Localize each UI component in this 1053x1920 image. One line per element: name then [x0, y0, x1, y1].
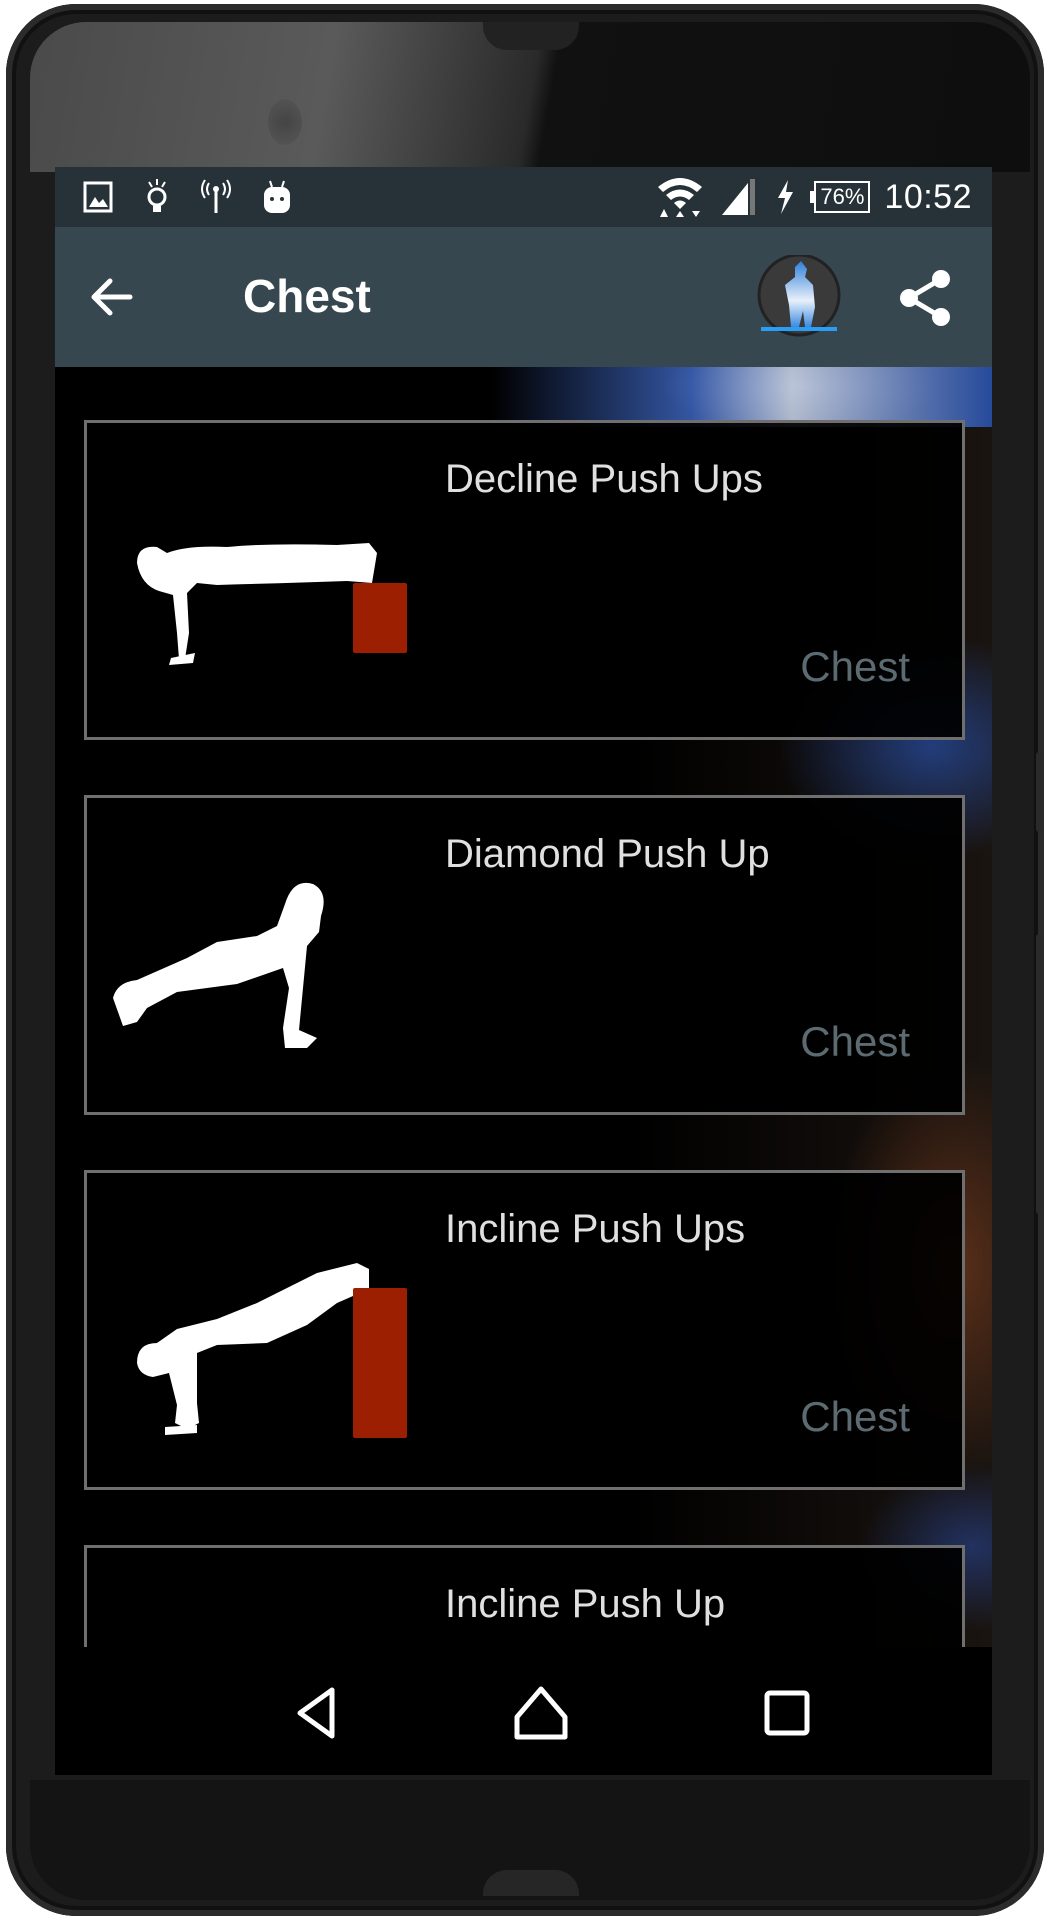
image-icon: [83, 181, 113, 213]
exercise-name: Incline Push Up: [445, 1582, 726, 1626]
nav-home-button[interactable]: [501, 1673, 581, 1753]
lightbulb-icon: [147, 179, 167, 212]
exercise-category: Chest: [800, 643, 910, 690]
exercise-card[interactable]: Decline Push Ups Chest: [84, 420, 965, 740]
battery-percent: 76%: [814, 181, 871, 213]
exercise-name: Incline Push Ups: [445, 1207, 746, 1251]
exercise-card[interactable]: Incline Push Up Chest: [84, 1545, 965, 1647]
arrow-left-icon: [91, 278, 133, 316]
exercise-category: Chest: [800, 1393, 910, 1440]
cell-signal-icon: [722, 179, 756, 215]
android-icon: [264, 180, 290, 213]
exercise-card[interactable]: Diamond Push Up Chest: [84, 795, 965, 1115]
app-logo-button[interactable]: [755, 253, 843, 341]
hotspot-icon: [201, 179, 231, 213]
back-button[interactable]: [81, 267, 141, 327]
exercise-category: Chest: [800, 1018, 910, 1065]
bottom-speaker: [483, 1870, 579, 1896]
share-button[interactable]: [895, 267, 957, 329]
volume-button: [1036, 934, 1044, 1214]
wifi-icon: [658, 178, 703, 217]
decline-push-up-figure: [137, 543, 407, 665]
exercise-name: Diamond Push Up: [445, 832, 770, 876]
nav-home-icon: [514, 1686, 568, 1740]
exercise-list[interactable]: Decline Push Ups Chest Diamond Push Up C…: [55, 367, 992, 1647]
system-nav-bar: [55, 1647, 992, 1775]
nav-back-icon: [297, 1687, 335, 1739]
exercise-card[interactable]: Incline Push Ups Chest: [84, 1170, 965, 1490]
device-screen: 76% 10:52 Chest Decline Push Ups Chest D…: [55, 167, 992, 1775]
exercise-name: Decline Push Ups: [445, 457, 763, 501]
app-logo-icon: [757, 253, 841, 337]
power-button: [1036, 752, 1044, 832]
status-bar: 76% 10:52: [55, 167, 992, 227]
diamond-push-up-figure: [113, 882, 324, 1048]
app-bar: Chest: [55, 227, 992, 367]
earpiece-speaker: [483, 22, 579, 50]
nav-back-button[interactable]: [277, 1673, 357, 1753]
nav-recents-button[interactable]: [747, 1673, 827, 1753]
share-icon: [900, 270, 950, 326]
front-camera: [268, 99, 302, 145]
page-title: Chest: [243, 270, 371, 322]
background-photo-sky: [492, 367, 992, 427]
nav-recents-icon: [764, 1690, 810, 1736]
incline-push-up-figure: [137, 1263, 407, 1438]
clock: 10:52: [884, 177, 972, 216]
incline-push-up-figure-2: [107, 1608, 427, 1647]
charging-icon: [778, 180, 794, 214]
battery-indicator: 76%: [810, 181, 871, 213]
